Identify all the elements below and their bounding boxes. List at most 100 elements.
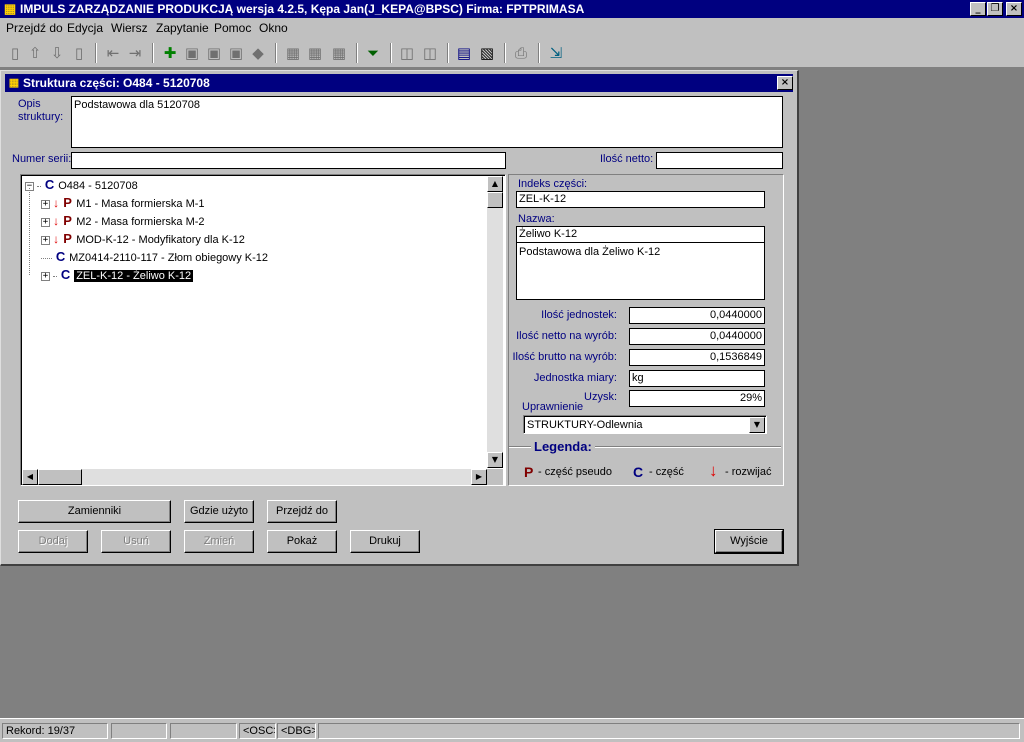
paste-record-icon[interactable]: ▣ [203,42,225,64]
numer-serii-field[interactable] [71,152,506,169]
tree-node-label[interactable]: MOD-K-12 - Modyfikatory dla K-12 [76,234,245,246]
menu-wiersz[interactable]: Wiersz [111,21,148,35]
part-type-p-icon: P [63,195,72,210]
structure-window-title-bar: ▦ Struktura części: O484 - 5120708 × [5,74,793,92]
exit-door-icon[interactable]: ⇲ [545,42,567,64]
pokaz-button[interactable]: Pokaż [267,530,337,553]
opis-struktury-field[interactable]: Podstawowa dla 5120708 [71,96,783,148]
uzysk-field[interactable]: 29% [629,390,765,407]
scroll-up-button[interactable]: ▲ [487,176,503,192]
uprawnienie-value: STRUKTURY-Odlewnia [527,419,643,431]
record-refresh-icon[interactable]: ▯ [68,42,90,64]
arrow-down-icon[interactable]: ⇩ [46,42,68,64]
first-record-icon[interactable]: ⇤ [102,42,124,64]
minimize-button[interactable]: _ [970,2,986,16]
tree-expand-toggle[interactable]: + [41,235,50,245]
wyjscie-button[interactable]: Wyjście [714,529,784,554]
filter-icon[interactable]: ⏷ [362,42,384,64]
indeks-field[interactable]: ZEL-K-12 [516,191,765,208]
app-icon: ▦ [3,1,17,16]
print-preview-icon[interactable]: ▧ [476,42,498,64]
query-run-icon[interactable]: ▦ [304,42,326,64]
toolbar: ▯ ⇧ ⇩ ▯ ⇤ ⇥ ✚ ▣ ▣ ▣ ◆ ▦ ▦ ▦ ⏷ ◫ ◫ ▤ ▧ ⎙ … [0,38,1024,68]
menu-okno[interactable]: Okno [259,21,288,35]
structure-window-title: Struktura części: O484 - 5120708 [23,76,210,90]
horizontal-scroll-thumb[interactable] [38,469,82,485]
drukuj-button[interactable]: Drukuj [350,530,420,553]
vertical-scroll-thumb[interactable] [487,192,503,208]
tree-expand-icon[interactable]: ◫ [396,42,418,64]
tree-node-mz0414[interactable]: C MZ0414-2110-117 - Złom obiegowy K-12 [41,248,268,266]
tree-expand-toggle[interactable]: + [41,199,50,209]
tree-node-label[interactable]: MZ0414-2110-117 - Złom obiegowy K-12 [69,252,268,264]
legend-p-text: - część pseudo [538,466,612,478]
restore-button[interactable]: ❐ [987,2,1003,16]
arrow-up-icon[interactable]: ⇧ [24,42,46,64]
print-icon[interactable]: ⎙ [510,42,532,64]
record-new-icon[interactable]: ▯ [4,42,26,64]
numer-serii-label: Numer serii: [12,153,72,165]
scroll-down-button[interactable]: ▼ [487,452,503,468]
status-bar: Rekord: 19/37 <OSC> <DBG> [0,718,1024,742]
toolbar-separator [95,43,97,63]
tree-node-zel-k-12[interactable]: + C ZEL-K-12 - Żeliwo K-12 [41,266,194,284]
ilosc-netto-field[interactable] [656,152,783,169]
tree-line [53,275,58,277]
copy-record-icon[interactable]: ▣ [181,42,203,64]
tree-expand-toggle[interactable]: + [41,271,50,281]
zmien-button[interactable]: Zmień [184,530,254,553]
close-button[interactable]: × [1006,2,1022,16]
tree-node-label[interactable]: O484 - 5120708 [58,180,138,192]
report-icon[interactable]: ▤ [453,42,475,64]
przejdz-do-button[interactable]: Przejdź do [267,500,337,523]
nazwa-opis-field[interactable]: Podstawowa dla Żeliwo K-12 [516,242,765,300]
toolbar-separator [390,43,392,63]
menu-przejdz-do[interactable]: Przejdź do [6,21,63,35]
tree-node-label[interactable]: M2 - Masa formierska M-2 [76,216,204,228]
query-icon[interactable]: ▦ [282,42,304,64]
delete-record-icon[interactable]: ◆ [247,42,269,64]
nazwa-field[interactable]: Żeliwo K-12 [516,226,765,243]
ilosc-netto-wyrob-label: Ilość netto na wyrób: [516,330,617,342]
part-type-c-icon: C [55,249,66,264]
tree-node-m1[interactable]: + ↓ P M1 - Masa formierska M-1 [41,194,205,212]
tree-node-label-selected[interactable]: ZEL-K-12 - Żeliwo K-12 [74,270,194,282]
jednostka-miary-field[interactable]: kg [629,370,765,387]
tree-line [29,188,30,275]
tree-node-mod-k-12[interactable]: + ↓ P MOD-K-12 - Modyfikatory dla K-12 [41,230,245,248]
uprawnienie-select[interactable]: STRUKTURY-Odlewnia ▼ [523,415,767,434]
horizontal-scrollbar[interactable]: ◀ ▶ [22,469,487,485]
zamienniki-button[interactable]: Zamienniki [18,500,171,523]
scrollbar-corner [487,469,503,485]
menu-edycja[interactable]: Edycja [67,21,103,35]
usun-button[interactable]: Usuń [101,530,171,553]
query-cancel-icon[interactable]: ▦ [328,42,350,64]
tree-root[interactable]: − C O484 - 5120708 [25,176,138,194]
toolbar-separator [504,43,506,63]
scroll-left-button[interactable]: ◀ [22,469,38,485]
menu-zapytanie[interactable]: Zapytanie [156,21,209,35]
ilosc-brutto-wyrob-field[interactable]: 0,1536849 [629,349,765,366]
scroll-right-button[interactable]: ▶ [471,469,487,485]
ilosc-jednostek-field[interactable]: 0,0440000 [629,307,765,324]
tree-node-label[interactable]: M1 - Masa formierska M-1 [76,198,204,210]
ilosc-netto-wyrob-field[interactable]: 0,0440000 [629,328,765,345]
dodaj-button[interactable]: Dodaj [18,530,88,553]
vertical-scrollbar[interactable]: ▲ ▼ [487,176,503,468]
last-record-icon[interactable]: ⇥ [124,42,146,64]
tree-node-m2[interactable]: + ↓ P M2 - Masa formierska M-2 [41,212,205,230]
structure-window: ▦ Struktura części: O484 - 5120708 × Opi… [0,70,799,566]
edit-record-icon[interactable]: ▣ [225,42,247,64]
gdzie-uzyto-button[interactable]: Gdzie użyto [184,500,254,523]
tree-line [37,185,42,187]
tree-line [41,257,52,259]
toolbar-separator [447,43,449,63]
structure-close-button[interactable]: × [777,76,793,90]
menu-pomoc[interactable]: Pomoc [214,21,251,35]
chevron-down-icon[interactable]: ▼ [749,417,765,433]
insert-icon[interactable]: ✚ [159,42,181,64]
tree-collapse-icon[interactable]: ◫ [419,42,441,64]
structure-tree[interactable]: − C O484 - 5120708 + ↓ P M1 - Masa formi… [20,174,506,486]
status-cell [111,723,167,739]
tree-expand-toggle[interactable]: + [41,217,50,227]
